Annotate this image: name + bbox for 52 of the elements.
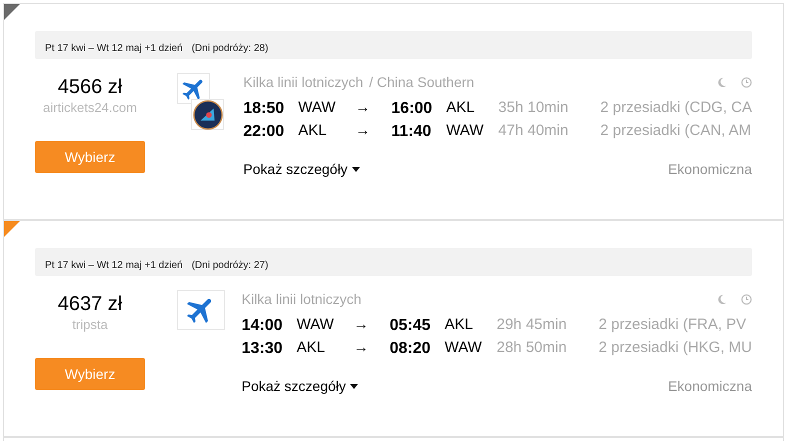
departure-time: 22:00 xyxy=(243,122,286,142)
details-link[interactable]: Pokaż szczegóły xyxy=(243,159,360,180)
arrival-time: 05:45 xyxy=(390,316,432,336)
departure-time: 18:50 xyxy=(243,98,286,118)
airport-code: AKL xyxy=(446,98,476,118)
arrow-icon: → xyxy=(355,120,392,143)
flight-duration: 47h 40min xyxy=(498,121,570,142)
flight-duration: 29h 45min xyxy=(496,315,568,336)
airline-name: Kilka linii lotniczych xyxy=(242,290,362,309)
flight-duration: 28h 50min xyxy=(496,338,568,358)
details-link[interactable]: Pokaż szczegóły xyxy=(242,376,358,397)
clock-icon xyxy=(741,294,752,304)
stops-info: 2 przesiadki (FRA, PV xyxy=(598,315,746,336)
arrow-icon: → xyxy=(354,337,390,360)
plane-icon xyxy=(177,290,225,330)
trip-days: (Dni podróży: 27) xyxy=(192,258,268,273)
stops-info: 2 przesiadki (HKG, MU xyxy=(598,338,752,358)
moon-icon xyxy=(716,76,727,88)
arrival-time: 16:00 xyxy=(391,98,434,118)
airline-name: Kilka linii lotniczych xyxy=(243,72,364,92)
airport-code: WAW xyxy=(446,121,484,142)
arrow-icon: → xyxy=(355,97,392,120)
airport-code: AKL xyxy=(298,121,328,142)
caret-icon xyxy=(352,167,360,172)
arrival-time: 11:40 xyxy=(391,122,432,142)
cabin-class: Ekonomiczna xyxy=(668,160,752,179)
moon-icon xyxy=(716,294,727,304)
caret-icon xyxy=(350,384,358,389)
seller-name: tripsta xyxy=(72,317,108,333)
cabin-class: Ekonomiczna xyxy=(668,377,752,396)
stops-info: 2 przesiadki (CDG, CA xyxy=(600,98,752,118)
arrival-time: 08:20 xyxy=(390,338,432,358)
departure-time: 13:30 xyxy=(242,338,284,358)
trip-dates: Pt 17 kwi – Wt 12 maj +1 dzień xyxy=(45,259,183,273)
clock-icon xyxy=(741,76,752,88)
price: 4566 zł xyxy=(58,75,122,100)
seller-name: airtickets24.com xyxy=(43,100,137,116)
plane-icon xyxy=(177,73,210,104)
airport-code: AKL xyxy=(444,315,474,336)
airline-name: / China Southern xyxy=(369,72,474,92)
trip-days: (Dni podróży: 28) xyxy=(192,41,268,56)
airport-code: WAW xyxy=(444,338,483,358)
airport-code: WAW xyxy=(298,98,336,118)
arrow-icon: → xyxy=(354,314,390,337)
airport-code: WAW xyxy=(296,315,335,336)
trip-dates: Pt 17 kwi – Wt 12 maj +1 dzień xyxy=(45,42,183,56)
airline-logo-icon xyxy=(191,99,224,130)
price: 4637 zł xyxy=(58,292,122,317)
departure-time: 14:00 xyxy=(242,316,284,336)
stops-info: 2 przesiadki (CAN, AM xyxy=(600,121,752,142)
flight-duration: 35h 10min xyxy=(498,98,570,118)
airport-code: AKL xyxy=(296,338,326,358)
